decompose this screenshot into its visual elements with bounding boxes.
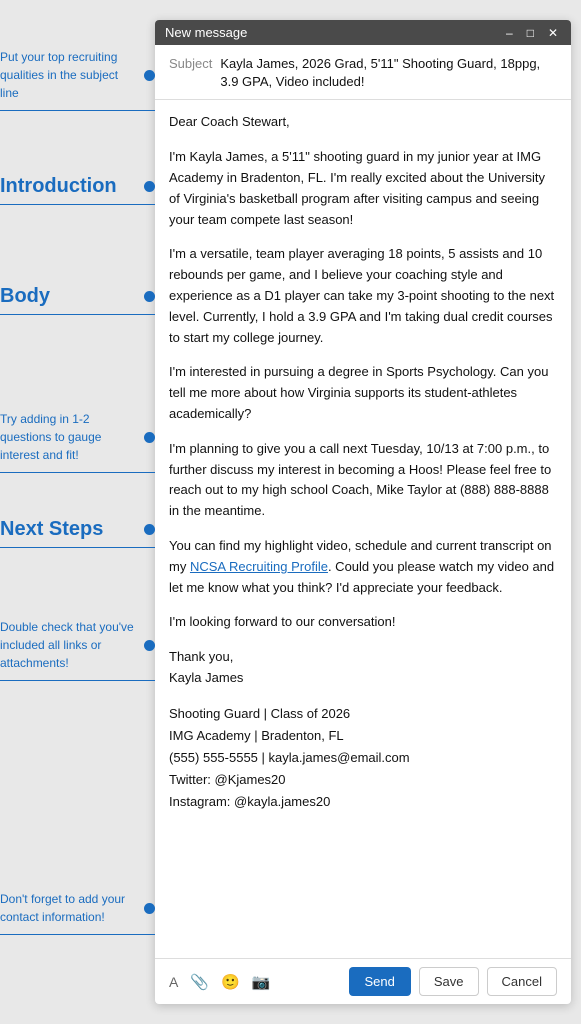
tip-dot-5 — [144, 524, 155, 535]
maximize-button[interactable]: □ — [524, 26, 537, 40]
introduction-label: Introduction — [0, 175, 127, 197]
separator-1 — [0, 110, 155, 111]
section-next-steps: Next Steps — [0, 518, 155, 548]
tip-dot-7 — [144, 903, 155, 914]
closing: Thank you, Kayla James — [169, 647, 557, 689]
separator-6 — [0, 680, 155, 681]
footer-icons: A 📎 🙂 📷 — [169, 973, 270, 991]
next-steps-label: Next Steps — [0, 518, 113, 540]
tip-subject-line: Put your top recruiting qualities in the… — [0, 48, 155, 111]
email-footer: A 📎 🙂 📷 Send Save Cancel — [155, 958, 571, 1004]
body-label: Body — [0, 285, 60, 307]
send-button[interactable]: Send — [349, 967, 411, 996]
separator-3 — [0, 314, 155, 315]
sig-line-5: Instagram: @kayla.james20 — [169, 794, 330, 809]
signature: Shooting Guard | Class of 2026 IMG Acade… — [169, 703, 557, 813]
tip-dot-6 — [144, 640, 155, 651]
sig-line-2: IMG Academy | Bradenton, FL — [169, 728, 344, 743]
tip-questions: Try adding in 1-2 questions to gauge int… — [0, 410, 155, 473]
titlebar-controls: – □ ✕ — [503, 26, 561, 40]
emoji-icon[interactable]: 🙂 — [221, 973, 240, 991]
section-introduction: Introduction — [0, 175, 155, 205]
email-title: New message — [165, 25, 247, 40]
close-button[interactable]: ✕ — [545, 26, 561, 40]
tip-dot-1 — [144, 70, 155, 81]
tip-questions-text: Try adding in 1-2 questions to gauge int… — [0, 412, 101, 462]
separator-4 — [0, 472, 155, 473]
tip-dot-2 — [144, 181, 155, 192]
paragraph-5: You can find my highlight video, schedul… — [169, 536, 557, 598]
tip-links: Double check that you've included all li… — [0, 618, 155, 681]
subject-label: Subject — [169, 55, 212, 71]
paragraph-4: I'm planning to give you a call next Tue… — [169, 439, 557, 522]
tip-dot-4 — [144, 432, 155, 443]
email-body: Dear Coach Stewart, I'm Kayla James, a 5… — [155, 100, 571, 958]
separator-7 — [0, 934, 155, 935]
formatting-icon[interactable]: A — [169, 974, 178, 990]
minimize-button[interactable]: – — [503, 26, 516, 40]
tip-dot-3 — [144, 291, 155, 302]
tip-subject-text: Put your top recruiting qualities in the… — [0, 50, 118, 100]
subject-row: Subject Kayla James, 2026 Grad, 5'11" Sh… — [155, 45, 571, 100]
tip-contact: Don't forget to add your contact informa… — [0, 890, 155, 935]
sig-line-1: Shooting Guard | Class of 2026 — [169, 706, 350, 721]
save-button[interactable]: Save — [419, 967, 479, 996]
attachment-icon[interactable]: 📎 — [190, 973, 209, 991]
paragraph-3: I'm interested in pursuing a degree in S… — [169, 362, 557, 424]
section-body: Body — [0, 285, 155, 315]
ncsa-link[interactable]: NCSA Recruiting Profile — [190, 559, 328, 574]
sig-line-4: Twitter: @Kjames20 — [169, 772, 286, 787]
paragraph-6: I'm looking forward to our conversation! — [169, 612, 557, 633]
sig-line-3: (555) 555-5555 | kayla.james@email.com — [169, 750, 410, 765]
tip-links-text: Double check that you've included all li… — [0, 620, 134, 670]
salutation: Dear Coach Stewart, — [169, 112, 557, 133]
cancel-button[interactable]: Cancel — [487, 967, 557, 996]
subject-value: Kayla James, 2026 Grad, 5'11" Shooting G… — [220, 55, 557, 91]
paragraph-2: I'm a versatile, team player averaging 1… — [169, 244, 557, 348]
footer-buttons: Send Save Cancel — [349, 967, 557, 996]
image-icon[interactable]: 📷 — [252, 973, 271, 991]
email-titlebar: New message – □ ✕ — [155, 20, 571, 45]
paragraph-1: I'm Kayla James, a 5'11" shooting guard … — [169, 147, 557, 230]
separator-2 — [0, 204, 155, 205]
separator-5 — [0, 547, 155, 548]
email-window: New message – □ ✕ Subject Kayla James, 2… — [155, 20, 571, 1004]
tip-contact-text: Don't forget to add your contact informa… — [0, 892, 125, 924]
